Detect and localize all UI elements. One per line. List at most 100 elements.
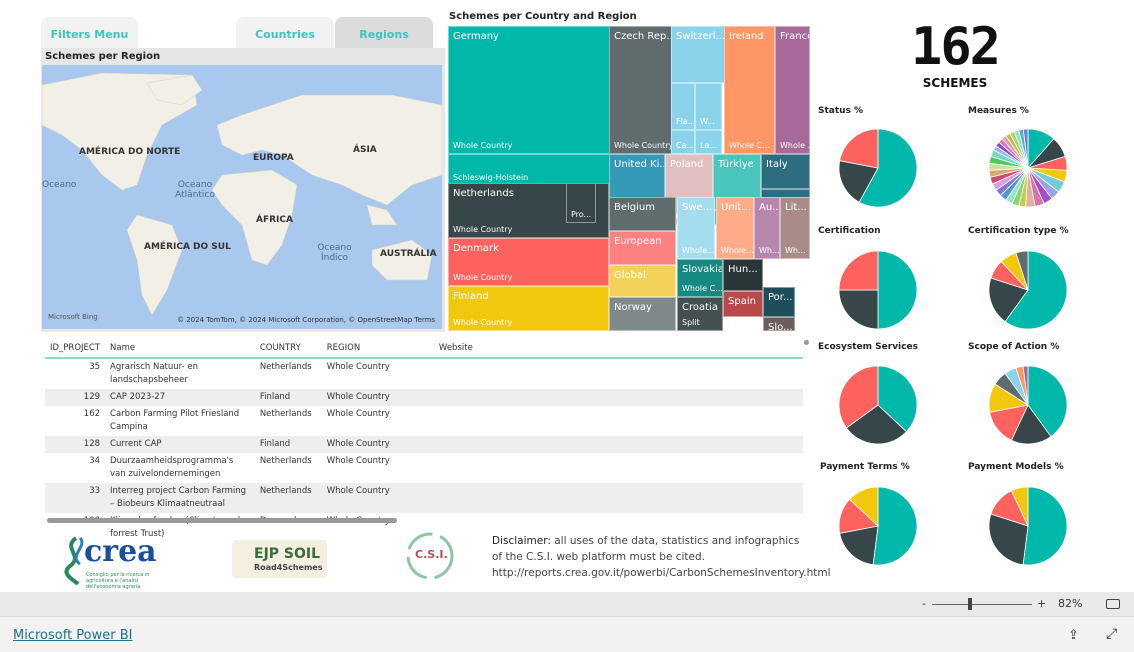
map-label-atlantic: Oceano Atlântico: [175, 180, 215, 200]
table-row[interactable]: 128 Current CAP Finland Whole Country: [45, 436, 803, 453]
treemap-cell[interactable]: Ireland Whole C...: [724, 26, 775, 154]
treemap-cell[interactable]: Lit... Wh...: [780, 197, 810, 259]
map-label-asia: ÁSIA: [353, 145, 377, 155]
treemap-region-label: Ca...: [676, 141, 695, 150]
column-header[interactable]: Name: [105, 338, 255, 359]
pie-slice[interactable]: [877, 250, 918, 330]
treemap-cell[interactable]: Au... Wh...: [754, 197, 780, 259]
disclaimer-url[interactable]: http://reports.crea.gov.it/powerbi/Carbo…: [492, 567, 831, 579]
disclaimer-label: Disclaimer:: [492, 535, 551, 547]
column-header[interactable]: ID_PROJECT: [45, 338, 106, 359]
treemap-country-label: Hun...: [728, 264, 758, 275]
table-row[interactable]: 162 Carbon Farming Pilot Friesland Campin…: [45, 406, 803, 436]
schemes-table[interactable]: ID_PROJECT Name COUNTRY REGION Website 35 Agr…: [45, 338, 803, 543]
pie-chart[interactable]: [988, 128, 1068, 208]
treemap-country-label: Germany: [453, 31, 499, 42]
treemap-cell[interactable]: Croatia Split: [677, 297, 723, 331]
treemap-country-label: Lit...: [785, 202, 807, 213]
table-cell: 129: [45, 389, 106, 406]
treemap-cell[interactable]: La...: [695, 130, 722, 154]
pie-title: Status %: [818, 106, 864, 116]
treemap-cell[interactable]: Ca...: [671, 130, 695, 154]
horizontal-scrollbar[interactable]: [47, 518, 397, 523]
column-header[interactable]: REGION: [321, 338, 434, 359]
treemap-cell[interactable]: Belgium: [609, 197, 676, 231]
treemap-cell[interactable]: Spain: [723, 291, 763, 317]
vertical-scrollbar[interactable]: [804, 340, 809, 345]
zoom-in-button[interactable]: +: [1037, 597, 1046, 610]
treemap-cell[interactable]: Hun...: [723, 259, 763, 291]
column-header[interactable]: COUNTRY: [254, 338, 322, 359]
pie-chart[interactable]: [838, 365, 918, 445]
treemap-region-label: Fla...: [676, 117, 695, 126]
table-row[interactable]: 35 Agrarisch Natuur- en landschapsbeheer N…: [45, 358, 803, 389]
pie-chart[interactable]: [838, 486, 918, 566]
treemap-country-label: Slo...: [768, 322, 793, 331]
share-icon[interactable]: ⇪: [1068, 628, 1079, 643]
treemap-country-label: Italy: [766, 159, 788, 170]
table-row[interactable]: 34 Duurzaamheidsprogramma's van zuivelond…: [45, 453, 803, 483]
power-bi-link[interactable]: Microsoft Power BI: [13, 628, 132, 643]
treemap-region-label: Whole Country: [453, 141, 513, 150]
treemap-cell[interactable]: European: [609, 231, 676, 265]
country-region-treemap[interactable]: GermanyWhole CountrySchleswig-HolsteinLo…: [448, 26, 810, 331]
pie-chart[interactable]: [838, 128, 918, 208]
treemap-cell[interactable]: France Whole ...: [775, 26, 810, 154]
table-cell: 35: [89, 362, 101, 372]
tab-regions[interactable]: Regions: [335, 17, 433, 51]
map-label-ocean: Oceano: [42, 180, 77, 190]
treemap-cell[interactable]: Pro...: [566, 183, 596, 223]
treemap-cell[interactable]: Germany Whole Country: [448, 26, 610, 154]
treemap-cell[interactable]: Slovakia Whole C...: [677, 259, 723, 297]
zoom-slider-handle[interactable]: [968, 598, 972, 610]
pie-chart[interactable]: [988, 365, 1068, 445]
table-cell: Finland: [254, 389, 322, 406]
table-cell: 33: [45, 483, 106, 513]
pie-slice[interactable]: [838, 289, 879, 330]
pie-slice[interactable]: [838, 250, 879, 291]
zoom-out-button[interactable]: -: [922, 597, 926, 610]
treemap-cell[interactable]: Schleswig-Holstein: [448, 154, 610, 186]
pie-chart[interactable]: [988, 486, 1068, 566]
treemap-cell[interactable]: Global: [609, 265, 676, 297]
pie-title: Certification: [818, 226, 881, 236]
table-row[interactable]: 33 Interreg project Carbon Farming – Biob…: [45, 483, 803, 513]
treemap-cell[interactable]: Swe... Whole...: [677, 197, 715, 259]
treemap-region-label: Whole ...: [780, 141, 810, 150]
fullscreen-icon[interactable]: ⤢: [1106, 626, 1117, 642]
schemes-label: SCHEMES: [922, 76, 988, 90]
ejp-subtitle: Road4Schemes: [254, 563, 323, 572]
pie-slice[interactable]: [872, 486, 918, 566]
treemap-cell[interactable]: Italy: [761, 154, 810, 189]
treemap-region-label: Whole...: [682, 246, 715, 255]
table-cell: 128: [45, 436, 106, 453]
pie-title: Certification type %: [968, 226, 1069, 236]
table-cell: Finland: [254, 436, 322, 453]
pie-chart[interactable]: [988, 250, 1068, 330]
map-copyright[interactable]: © 2024 TomTom, © 2024 Microsoft Corporat…: [177, 316, 435, 324]
zoom-slider[interactable]: [932, 604, 1032, 605]
treemap-cell[interactable]: Por...: [763, 287, 795, 317]
treemap-cell[interactable]: Slo...: [763, 317, 795, 331]
treemap-cell[interactable]: Finland Whole Country: [448, 286, 609, 331]
treemap-cell[interactable]: Denmark Whole Country: [448, 238, 609, 286]
column-header[interactable]: Website: [433, 338, 803, 359]
treemap-country-label: France: [780, 31, 810, 42]
region-map[interactable]: AMÉRICA DO NORTE EUROPA ÁSIA ÁFRICA AMÉR…: [42, 65, 442, 329]
pie-chart[interactable]: [838, 250, 918, 330]
treemap-cell[interactable]: Norway: [609, 297, 676, 331]
tab-filters-menu[interactable]: Filters Menu: [41, 17, 138, 51]
treemap-cell[interactable]: Fla...: [671, 83, 695, 130]
tab-countries[interactable]: Countries: [236, 17, 334, 51]
pie-slice[interactable]: [839, 128, 879, 169]
pie-slice[interactable]: [1022, 486, 1068, 566]
csi-text: C.S.I.: [415, 548, 448, 561]
table-cell: Interreg project Carbon Farming – Biobeu…: [105, 483, 255, 513]
ejp-soil-logo: EJP SOIL Road4Schemes: [232, 540, 327, 578]
map-label-indian: Oceano Índico: [317, 243, 352, 263]
table-row[interactable]: 129 CAP 2023-27 Finland Whole Country: [45, 389, 803, 406]
treemap-cell[interactable]: Unit... Whole...: [716, 197, 754, 259]
table-cell: [434, 453, 803, 483]
fit-to-page-icon[interactable]: [1106, 599, 1120, 609]
treemap-cell[interactable]: W...: [695, 83, 722, 130]
